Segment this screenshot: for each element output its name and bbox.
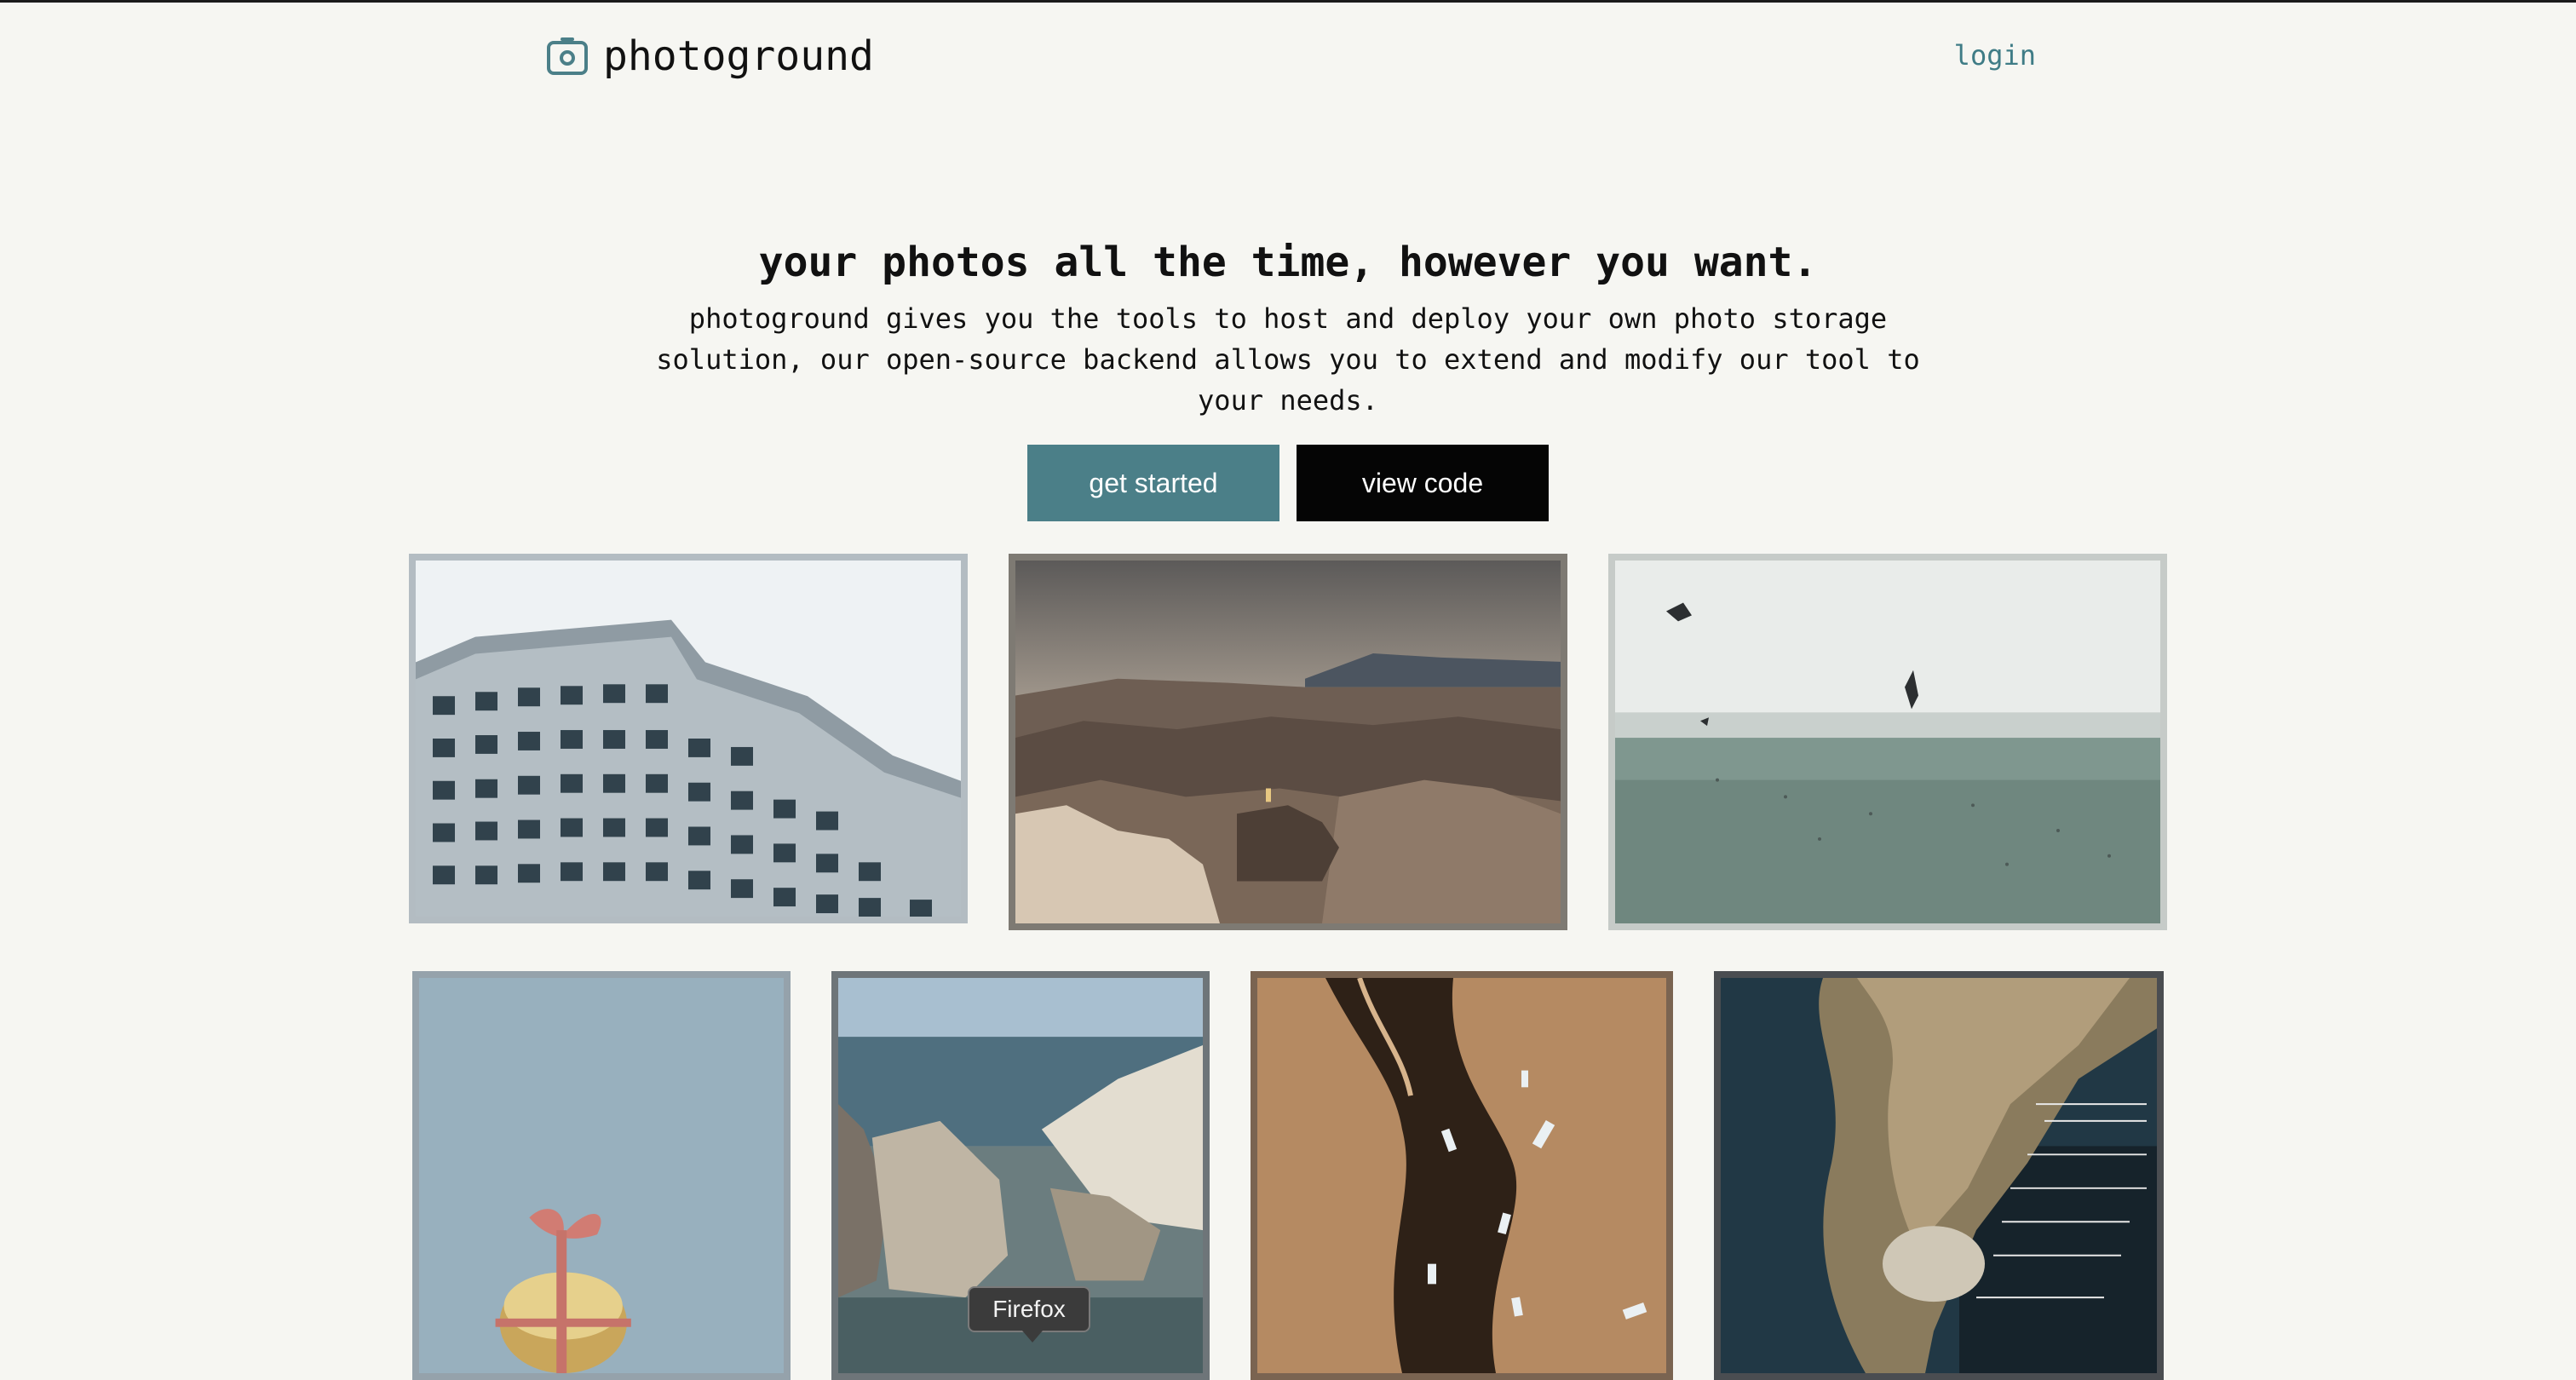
canyon-image xyxy=(1015,561,1561,923)
photo-sea-birds[interactable] xyxy=(1608,554,2167,930)
browser-tooltip: Firefox xyxy=(968,1286,1090,1343)
login-link[interactable]: login xyxy=(1954,39,2036,72)
photo-gift-burger[interactable] xyxy=(412,971,791,1380)
brand-logo[interactable]: photoground xyxy=(545,31,874,82)
sea-birds-image xyxy=(1615,561,2160,923)
hero-headline: your photos all the time, however you wa… xyxy=(758,239,1818,286)
hero-section: your photos all the time, however you wa… xyxy=(0,232,2576,521)
camera-icon xyxy=(545,34,589,78)
photo-aerial-boats[interactable] xyxy=(1251,971,1673,1380)
aerial-boats-image xyxy=(1257,978,1666,1373)
photo-canyon[interactable] xyxy=(1009,554,1567,930)
get-started-button[interactable]: get started xyxy=(1027,445,1279,521)
top-border xyxy=(0,0,2576,3)
hero-subtext: photoground gives you the tools to host … xyxy=(656,302,1920,417)
photo-marina-aerial[interactable] xyxy=(1714,971,2164,1380)
site-header: photoground login xyxy=(545,31,2036,82)
photo-building[interactable] xyxy=(409,554,968,923)
marina-aerial-image xyxy=(1721,978,2157,1373)
brand-name: photoground xyxy=(603,32,874,80)
view-code-button[interactable]: view code xyxy=(1297,445,1549,521)
gift-burger-image xyxy=(419,978,784,1373)
hero-actions: get started view code xyxy=(0,445,2576,521)
building-image xyxy=(416,561,961,917)
